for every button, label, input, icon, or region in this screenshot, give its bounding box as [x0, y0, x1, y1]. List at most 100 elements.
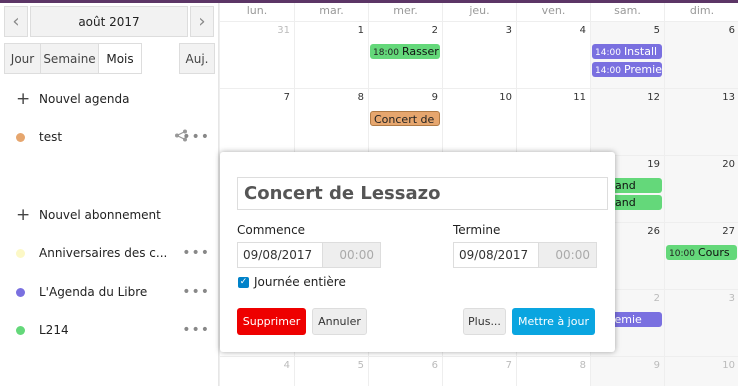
day-number: 2 — [431, 25, 438, 36]
day-number: 4 — [579, 25, 586, 36]
day-cell[interactable]: 10 — [664, 356, 738, 386]
day-cell[interactable]: 10 — [442, 88, 516, 155]
day-number: 5 — [653, 25, 660, 36]
weekday-header: ven. — [516, 3, 590, 21]
more-options-icon[interactable]: ••• — [182, 284, 210, 300]
new-calendar-button[interactable]: + Nouvel agenda — [0, 87, 218, 111]
start-date-field[interactable]: 09/08/2017 — [237, 242, 323, 268]
weekday-header: sam. — [590, 3, 664, 21]
view-month-button[interactable]: Mois — [98, 44, 141, 73]
day-number: 9 — [431, 92, 438, 103]
day-cell[interactable]: 7 — [442, 356, 516, 386]
event-time: 14:00 — [595, 66, 621, 76]
subscription-name: L'Agenda du Libre — [39, 285, 148, 299]
day-number: 2 — [653, 293, 660, 304]
day-number: 8 — [357, 92, 364, 103]
day-cell[interactable]: 1 — [294, 21, 368, 88]
event-time: 14:00 — [595, 48, 621, 58]
day-cell[interactable]: 7 — [219, 88, 294, 155]
day-number: 7 — [283, 92, 290, 103]
delete-button[interactable]: Supprimer — [237, 308, 306, 335]
event-title: Install — [623, 45, 658, 58]
event-editor-popover: Commence Termine 09/08/2017 00:00 09/08/… — [220, 152, 615, 352]
previous-month-button[interactable]: ‹ — [4, 6, 28, 37]
event-chip[interactable]: 14:00 Install — [592, 44, 662, 59]
day-cell[interactable]: 12 — [590, 88, 664, 155]
start-label: Commence — [237, 223, 306, 237]
view-day-button[interactable]: Jour — [5, 44, 40, 73]
day-number: 3 — [728, 293, 735, 304]
view-week-button[interactable]: Semaine — [40, 44, 98, 73]
month-picker-button[interactable]: août 2017 — [30, 6, 188, 37]
event-chip[interactable]: 18:00 Rasser — [370, 44, 440, 59]
day-number: 5 — [357, 360, 364, 371]
day-number: 19 — [647, 159, 660, 170]
calendar-color-dot[interactable] — [16, 287, 25, 297]
weekday-header: mar. — [294, 3, 368, 21]
day-cell[interactable]: 6 — [664, 21, 738, 88]
calendar-item-test[interactable]: test ••• — [0, 125, 218, 149]
day-cell[interactable]: 11 — [516, 88, 590, 155]
chevron-left-icon: ‹ — [12, 11, 20, 32]
day-cell[interactable]: 8 — [516, 356, 590, 386]
calendar-color-dot[interactable] — [16, 325, 25, 335]
weekday-header: jeu. — [442, 3, 516, 21]
subscription-name: L214 — [39, 323, 69, 337]
more-options-icon[interactable]: ••• — [182, 129, 210, 145]
day-number: 11 — [573, 92, 586, 103]
day-cell[interactable]: 3 — [664, 289, 738, 356]
day-cell[interactable]: 20 — [664, 155, 738, 222]
all-day-checkbox[interactable]: ✓ Journée entière — [238, 275, 346, 289]
event-chip[interactable]: Concert de — [370, 111, 440, 126]
day-number: 6 — [431, 360, 438, 371]
day-number: 10 — [499, 92, 512, 103]
day-number: 12 — [647, 92, 660, 103]
day-cell[interactable]: 4 — [516, 21, 590, 88]
subscription-item-anniversaires[interactable]: Anniversaires des c... ••• — [0, 241, 218, 265]
day-number: 20 — [722, 159, 735, 170]
weekday-header: dim. — [664, 3, 738, 21]
more-button[interactable]: Plus... — [463, 308, 506, 335]
event-title-input[interactable] — [237, 177, 608, 210]
day-number: 7 — [505, 360, 512, 371]
day-cell[interactable]: 3 — [442, 21, 516, 88]
event-chip[interactable]: 14:00 Premie — [592, 62, 662, 77]
subscription-item-agenda-du-libre[interactable]: L'Agenda du Libre ••• — [0, 280, 218, 304]
end-date-field[interactable]: 09/08/2017 — [453, 242, 539, 268]
update-button[interactable]: Mettre à jour — [512, 308, 595, 335]
more-options-icon[interactable]: ••• — [182, 245, 210, 261]
day-cell[interactable]: 6 — [368, 356, 442, 386]
event-title: Rasser — [401, 45, 439, 58]
day-cell[interactable]: 5 — [294, 356, 368, 386]
calendar-color-dot[interactable] — [16, 248, 25, 258]
calendar-name: test — [39, 130, 63, 144]
day-number: 27 — [722, 226, 735, 237]
event-time: 10:00 — [669, 249, 695, 259]
event-time: 18:00 — [373, 48, 399, 58]
start-time-field[interactable]: 00:00 — [322, 242, 381, 268]
view-switcher: Jour Semaine Mois — [4, 43, 142, 74]
today-button[interactable]: Auj. — [179, 43, 215, 74]
day-cell[interactable]: 9 — [590, 356, 664, 386]
day-number: 26 — [647, 226, 660, 237]
cancel-button[interactable]: Annuler — [312, 308, 367, 335]
day-cell[interactable]: 13 — [664, 88, 738, 155]
subscription-item-l214[interactable]: L214 ••• — [0, 318, 218, 342]
day-cell[interactable]: 31 — [219, 21, 294, 88]
new-subscription-button[interactable]: + Nouvel abonnement — [0, 203, 218, 227]
event-title: Premie — [623, 63, 662, 76]
day-number: 10 — [722, 360, 735, 371]
day-cell[interactable]: 4 — [219, 356, 294, 386]
event-chip[interactable]: 10:00 Cours — [666, 245, 737, 260]
more-options-icon[interactable]: ••• — [182, 322, 210, 338]
weekday-header: lun. — [219, 3, 294, 21]
day-number: 8 — [579, 360, 586, 371]
day-number: 1 — [357, 25, 364, 36]
next-month-button[interactable]: › — [190, 6, 214, 37]
calendar-color-dot[interactable] — [16, 132, 25, 142]
day-number: 13 — [722, 92, 735, 103]
event-title: Concert de — [374, 113, 435, 126]
weekday-header: mer. — [368, 3, 442, 21]
day-cell[interactable]: 8 — [294, 88, 368, 155]
end-time-field[interactable]: 00:00 — [538, 242, 597, 268]
